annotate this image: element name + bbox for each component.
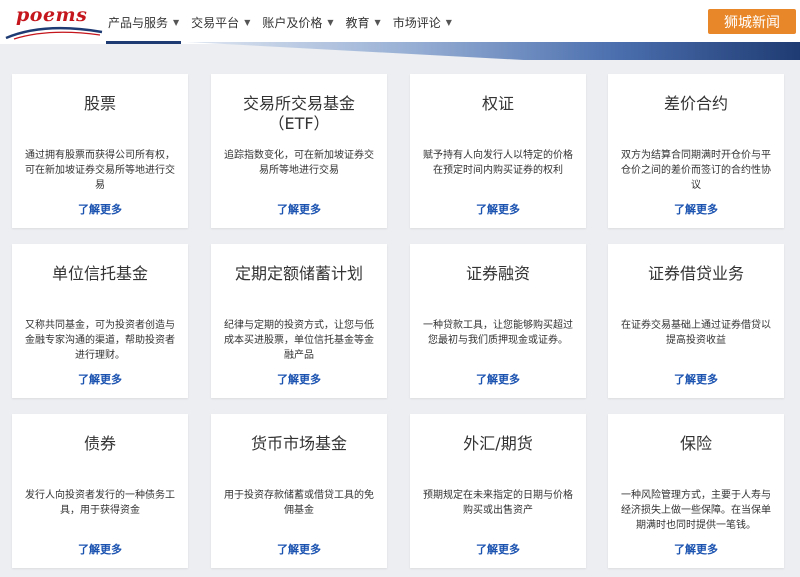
chevron-down-icon: ▼ [327,17,334,27]
nav-accounts-pricing[interactable]: 账户及价格 ▼ [256,0,339,44]
card-description: 双方为结算合同期满时开仓价与平仓价之间的差价而签订的合约性协议 [621,150,771,191]
learn-more-link[interactable]: 了解更多 [12,201,188,217]
poems-logo[interactable]: poems [4,2,104,42]
learn-more-link[interactable]: 了解更多 [211,371,387,387]
card-description: 一种贷款工具，让您能够购买超过您最初与我们质押现金或证券。 [423,320,573,346]
nav-products-services[interactable]: 产品与服务 ▼ [102,0,185,44]
card-title: 外汇/期货 [463,434,533,453]
card-title: 交易所交易基金（ETF） [243,94,356,133]
card-title: 单位信托基金 [51,264,148,283]
card-description: 一种风险管理方式，主要于人寿与经济损失上做一些保障。在当保单期满时也同时提供一笔… [621,490,771,531]
learn-more-link[interactable]: 了解更多 [608,201,784,217]
learn-more-link[interactable]: 了解更多 [410,541,586,557]
card-title: 权证 [481,94,514,113]
nav-market-commentary[interactable]: 市场评论 ▼ [387,0,458,44]
learn-more-link[interactable]: 了解更多 [410,201,586,217]
top-navigation-bar: poems 产品与服务 ▼ 交易平台 ▼ 账户及价格 ▼ 教育 ▼ 市场评论 ▼ 狮城新闻 [0,0,800,44]
product-card-cfd[interactable]: 差价合约 双方为结算合同期满时开仓价与平仓价之间的差价而签订的合约性协议 了解更… [608,74,784,228]
card-title: 货币市场基金 [250,434,347,453]
card-description: 用于投资存款储蓄或借贷工具的免佣基金 [224,490,374,516]
card-description: 赋予持有人向发行人以特定的价格在预定时间内购买证券的权利 [423,150,573,176]
card-description: 纪律与定期的投资方式，让您与低成本买进股票，单位信托基金等金融产品 [224,320,374,361]
card-title: 保险 [679,434,712,453]
chevron-down-icon: ▼ [244,17,251,27]
product-card-warrants[interactable]: 权证 赋予持有人向发行人以特定的价格在预定时间内购买证券的权利 了解更多 [410,74,586,228]
product-card-bonds[interactable]: 债券 发行人向投资者发行的一种债务工具，用于获得资金 了解更多 [12,414,188,568]
card-title: 股票 [83,94,116,113]
card-description: 预期规定在未来指定的日期与价格购买或出售资产 [423,490,573,516]
card-description: 发行人向投资者发行的一种债务工具，用于获得资金 [25,490,175,516]
chevron-down-icon: ▼ [445,17,452,27]
card-description: 追踪指数变化，可在新加坡证券交易所等地进行交易 [224,150,374,176]
learn-more-link[interactable]: 了解更多 [608,371,784,387]
learn-more-link[interactable]: 了解更多 [211,541,387,557]
card-description: 通过拥有股票而获得公司所有权，可在新加坡证券交易所等地进行交易 [25,150,175,191]
chevron-down-icon: ▼ [374,17,381,27]
product-card-insurance[interactable]: 保险 一种风险管理方式，主要于人寿与经济损失上做一些保障。在当保单期满时也同时提… [608,414,784,568]
nav-trading-platform[interactable]: 交易平台 ▼ [185,0,256,44]
product-card-stocks[interactable]: 股票 通过拥有股票而获得公司所有权，可在新加坡证券交易所等地进行交易 了解更多 [12,74,188,228]
watermark-badge: 狮城新闻 [708,9,796,34]
product-card-etf[interactable]: 交易所交易基金（ETF） 追踪指数变化，可在新加坡证券交易所等地进行交易 了解更… [211,74,387,228]
card-title: 差价合约 [663,94,728,113]
product-card-regular-savings-plan[interactable]: 定期定额储蓄计划 纪律与定期的投资方式，让您与低成本买进股票，单位信托基金等金融… [211,244,387,398]
product-card-securities-lending[interactable]: 证券借贷业务 在证券交易基础上通过证券借贷以提高投资收益 了解更多 [608,244,784,398]
card-title: 证券借贷业务 [647,264,744,283]
main-nav: 产品与服务 ▼ 交易平台 ▼ 账户及价格 ▼ 教育 ▼ 市场评论 ▼ [102,0,458,44]
card-title: 证券融资 [465,264,530,283]
learn-more-link[interactable]: 了解更多 [12,541,188,557]
learn-more-link[interactable]: 了解更多 [12,371,188,387]
product-card-forex-futures[interactable]: 外汇/期货 预期规定在未来指定的日期与价格购买或出售资产 了解更多 [410,414,586,568]
card-description: 在证券交易基础上通过证券借贷以提高投资收益 [621,320,771,346]
learn-more-link[interactable]: 了解更多 [410,371,586,387]
banner-strip [186,42,800,60]
product-card-margin-financing[interactable]: 证券融资 一种贷款工具，让您能够购买超过您最初与我们质押现金或证券。 了解更多 [410,244,586,398]
logo-swoosh-icon [5,26,103,40]
card-description: 又称共同基金，可为投资者创造与金融专家沟通的渠道，帮助投资者进行理财。 [25,320,175,361]
product-card-unit-trusts[interactable]: 单位信托基金 又称共同基金，可为投资者创造与金融专家沟通的渠道，帮助投资者进行理… [12,244,188,398]
learn-more-link[interactable]: 了解更多 [211,201,387,217]
card-title: 定期定额储蓄计划 [234,264,363,283]
learn-more-link[interactable]: 了解更多 [608,541,784,557]
chevron-down-icon: ▼ [173,17,180,27]
card-title: 债券 [83,434,116,453]
logo-text: poems [16,4,88,26]
product-card-money-market-fund[interactable]: 货币市场基金 用于投资存款储蓄或借贷工具的免佣基金 了解更多 [211,414,387,568]
nav-education[interactable]: 教育 ▼ [340,0,387,44]
